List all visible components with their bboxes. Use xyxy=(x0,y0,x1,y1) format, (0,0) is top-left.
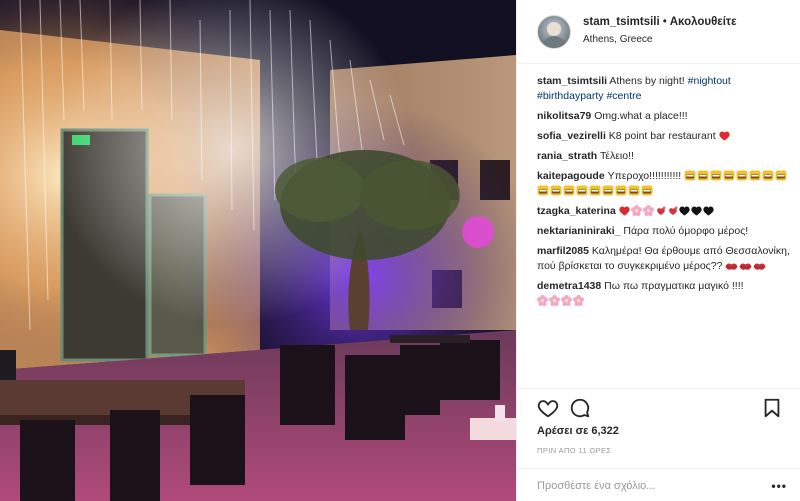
grinning-face-icon xyxy=(641,185,653,196)
post-photo[interactable] xyxy=(0,0,516,501)
grinning-face-icon xyxy=(589,185,601,196)
comment-username[interactable]: tzagka_katerina xyxy=(537,205,616,217)
grinning-face-icon xyxy=(697,170,709,181)
caption-text: Athens by night! xyxy=(609,75,685,87)
grinning-face-icon xyxy=(749,170,761,181)
grinning-face-icon xyxy=(576,185,588,196)
comment-username[interactable]: kaitepagoude xyxy=(537,170,605,182)
location-link[interactable]: Athens, Greece xyxy=(583,34,652,45)
header-user-line: stam_tsimtsili • Ακολουθείτε xyxy=(583,16,737,28)
caption-username[interactable]: stam_tsimtsili xyxy=(537,75,607,87)
cherry-blossom-icon xyxy=(561,295,572,306)
cherry-blossom-icon xyxy=(630,205,642,216)
red-heart-icon xyxy=(619,206,630,216)
comment-item: tzagka_katerina xyxy=(537,204,791,219)
grinning-face-icon xyxy=(762,170,774,181)
caption: stam_tsimtsili Athens by night! #nightou… xyxy=(537,74,791,104)
bookmark-icon[interactable] xyxy=(761,397,783,419)
post-actions: Αρέσει σε 6,322 ΠΡΙΝ ΑΠΟ 11 ΩΡΕΣ xyxy=(517,388,800,468)
revolving-hearts-icon xyxy=(668,206,678,215)
comment-item: rania_strath Τέλειο!! xyxy=(537,149,791,164)
comment-item: sofia_vezirelli K8 point bar restaurant xyxy=(537,129,791,144)
comment-item: marfil2085 Καλημέρα! Θα έρθουμε από Θεσσ… xyxy=(537,244,791,274)
post-timestamp[interactable]: ΠΡΙΝ ΑΠΟ 11 ΩΡΕΣ xyxy=(537,446,611,455)
cherry-blossom-icon xyxy=(642,205,654,216)
comment-text: Τέλειο!! xyxy=(600,150,634,162)
post-side-panel: stam_tsimtsili • Ακολουθείτε Athens, Greec… xyxy=(516,0,800,501)
kiss-mark-icon xyxy=(725,263,738,270)
comment-item: kaitepagoude Υπεροχο!!!!!!!!!!! xyxy=(537,169,791,199)
add-comment-input[interactable] xyxy=(537,477,757,495)
comment-emojis xyxy=(718,130,731,142)
comment-text: Πάρα πολύ όμορφο μέρος! xyxy=(623,225,749,237)
more-options-button[interactable]: ••• xyxy=(771,479,787,493)
red-heart-icon xyxy=(718,131,730,141)
add-comment-bar: ••• xyxy=(517,468,800,501)
comment-username[interactable]: demetra1438 xyxy=(537,280,601,292)
header-username[interactable]: stam_tsimtsili xyxy=(583,16,660,28)
comment-text: Πω πω πραγματικα μαγικό !!!! xyxy=(604,280,744,292)
post-header: stam_tsimtsili • Ακολουθείτε Athens, Greec… xyxy=(517,0,800,64)
avatar[interactable] xyxy=(537,15,571,49)
comment-emojis xyxy=(725,260,767,272)
grinning-face-icon xyxy=(628,185,640,196)
grinning-face-icon xyxy=(563,185,575,196)
comment-username[interactable]: nikolitsa79 xyxy=(537,110,591,122)
comment-item: demetra1438 Πω πω πραγματικα μαγικό !!!! xyxy=(537,279,791,309)
comment-emojis xyxy=(537,295,585,307)
comments-list[interactable]: stam_tsimtsili Athens by night! #nightou… xyxy=(537,74,791,384)
hashtag-link[interactable]: #centre xyxy=(606,90,641,102)
likes-count[interactable]: Αρέσει σε 6,322 xyxy=(537,425,619,437)
photo-scene xyxy=(0,0,516,501)
grinning-face-icon xyxy=(736,170,748,181)
black-heart-icon xyxy=(703,206,714,216)
comment-username[interactable]: sofia_vezirelli xyxy=(537,130,606,142)
comment-item: nektarianiniraki_ Πάρα πολύ όμορφο μέρος… xyxy=(537,224,791,239)
grinning-face-icon xyxy=(684,170,696,181)
comment-username[interactable]: rania_strath xyxy=(537,150,597,162)
comment-item: nikolitsa79 Omg.what a place!!! xyxy=(537,109,791,124)
comment-username[interactable]: nektarianiniraki_ xyxy=(537,225,620,237)
grinning-face-icon xyxy=(710,170,722,181)
comment-text: K8 point bar restaurant xyxy=(608,130,716,142)
cherry-blossom-icon xyxy=(549,295,560,306)
grinning-face-icon xyxy=(775,170,787,181)
comment-username[interactable]: marfil2085 xyxy=(537,245,589,257)
grinning-face-icon xyxy=(723,170,735,181)
grinning-face-icon xyxy=(537,185,549,196)
heart-outline-icon[interactable] xyxy=(537,397,559,419)
grinning-face-icon xyxy=(550,185,562,196)
cherry-blossom-icon xyxy=(537,295,548,306)
speech-bubble-icon[interactable] xyxy=(569,397,591,419)
revolving-hearts-icon xyxy=(656,206,666,215)
kiss-mark-icon xyxy=(753,263,766,270)
comment-text: Omg.what a place!!! xyxy=(594,110,688,122)
grinning-face-icon xyxy=(615,185,627,196)
black-heart-icon xyxy=(679,206,690,216)
hashtag-link[interactable]: #nightout xyxy=(688,75,731,87)
grinning-face-icon xyxy=(602,185,614,196)
black-heart-icon xyxy=(691,206,702,216)
cherry-blossom-icon xyxy=(573,295,584,306)
comment-text: Υπεροχο!!!!!!!!!!! xyxy=(607,170,682,182)
hashtag-link[interactable]: #birthdayparty xyxy=(537,90,604,102)
instagram-post-view: stam_tsimtsili • Ακολουθείτε Athens, Greec… xyxy=(0,0,800,501)
kiss-mark-icon xyxy=(739,263,752,270)
follow-status-button[interactable]: Ακολουθείτε xyxy=(670,16,737,28)
header-separator: • xyxy=(662,16,667,28)
comment-emojis xyxy=(619,205,715,217)
